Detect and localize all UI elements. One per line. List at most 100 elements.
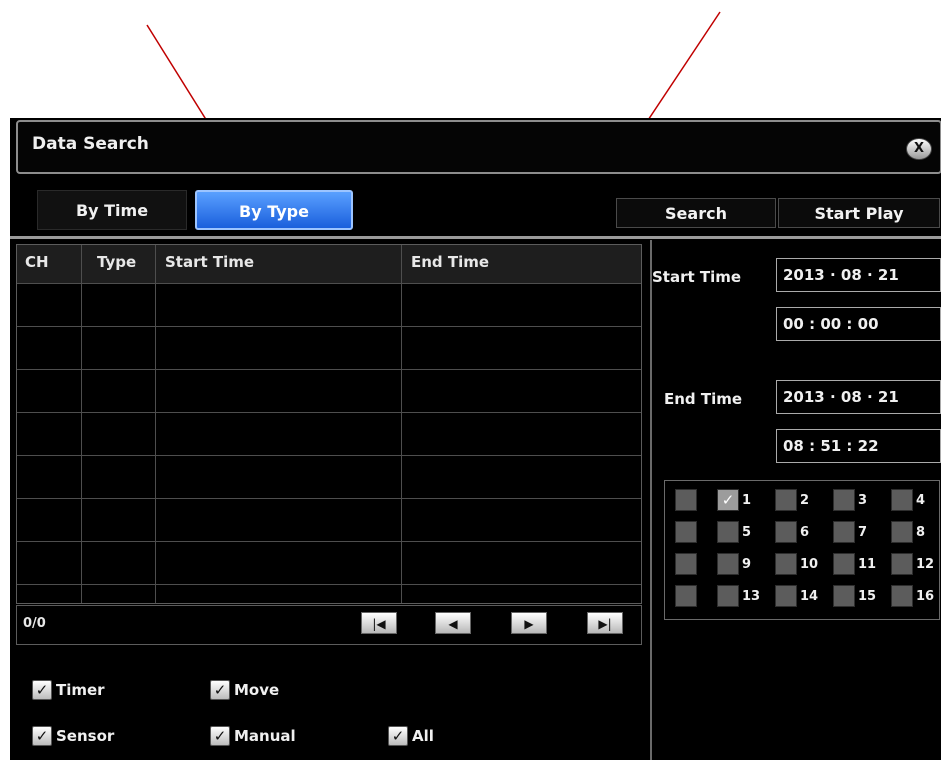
channel-11[interactable]: 11 — [833, 553, 876, 575]
tab-by-time[interactable]: By Time — [37, 190, 187, 230]
checkbox-timer[interactable]: ✓ — [32, 680, 52, 700]
channel-row-select[interactable] — [675, 585, 697, 607]
checkbox-channel-6[interactable] — [775, 521, 797, 543]
checkbox-channel-15[interactable] — [833, 585, 855, 607]
channel-3[interactable]: 3 — [833, 489, 867, 511]
channel-10[interactable]: 10 — [775, 553, 818, 575]
channel-8[interactable]: 8 — [891, 521, 925, 543]
channel-16[interactable]: 16 — [891, 585, 934, 607]
checkbox-channel-3[interactable] — [833, 489, 855, 511]
column-header-type: Type — [97, 253, 137, 271]
checkbox-channel-2[interactable] — [775, 489, 797, 511]
channel-4[interactable]: 4 — [891, 489, 925, 511]
channel-grid: ✓ 1 2 3 4 5 6 7 8 9 10 11 12 13 14 15 16 — [664, 480, 940, 620]
last-page-button[interactable]: ▶| — [587, 612, 623, 634]
start-play-button[interactable]: Start Play — [778, 198, 940, 228]
checkbox-channel-11[interactable] — [833, 553, 855, 575]
window-title: Data Search — [32, 134, 149, 154]
channel-12[interactable]: 12 — [891, 553, 934, 575]
checkbox-channel-8[interactable] — [891, 521, 913, 543]
table-header: CH Type Start Time End Time — [17, 245, 641, 283]
checkbox-channel-14[interactable] — [775, 585, 797, 607]
table-row[interactable] — [17, 283, 641, 284]
table-row[interactable] — [17, 455, 641, 456]
checkbox-row-3[interactable] — [675, 585, 697, 607]
start-time-field[interactable]: 00 : 00 : 00 — [776, 307, 941, 341]
channel-label: 9 — [742, 556, 752, 572]
table-row[interactable] — [17, 412, 641, 413]
channel-15[interactable]: 15 — [833, 585, 876, 607]
filter-manual[interactable]: ✓ Manual — [210, 724, 296, 748]
checkbox-channel-9[interactable] — [717, 553, 739, 575]
channel-2[interactable]: 2 — [775, 489, 809, 511]
tab-by-type[interactable]: By Type — [195, 190, 353, 230]
filter-sensor-label: Sensor — [56, 727, 115, 745]
channel-5[interactable]: 5 — [717, 521, 751, 543]
checkbox-move[interactable]: ✓ — [210, 680, 230, 700]
filter-all[interactable]: ✓ All — [388, 724, 434, 748]
end-date-field[interactable]: 2013 · 08 · 21 — [776, 380, 941, 414]
checkbox-manual[interactable]: ✓ — [210, 726, 230, 746]
table-row[interactable] — [17, 498, 641, 499]
checkbox-all[interactable]: ✓ — [388, 726, 408, 746]
table-row[interactable] — [17, 326, 641, 327]
checkbox-channel-13[interactable] — [717, 585, 739, 607]
channel-14[interactable]: 14 — [775, 585, 818, 607]
table-row[interactable] — [17, 369, 641, 370]
channel-label: 7 — [858, 524, 868, 540]
checkbox-channel-1[interactable]: ✓ — [717, 489, 739, 511]
type-filter-row: ✓ Sensor ✓ Manual ✓ All — [10, 716, 650, 756]
channel-label: 10 — [800, 556, 819, 572]
filter-timer[interactable]: ✓ Timer — [32, 678, 105, 702]
start-date-field[interactable]: 2013 · 08 · 21 — [776, 258, 941, 292]
search-button[interactable]: Search — [616, 198, 776, 228]
column-divider — [81, 245, 82, 603]
start-time-label: Start Time — [652, 268, 742, 286]
type-filter-row: ✓ Timer ✓ Move — [10, 670, 650, 710]
channel-all[interactable] — [675, 489, 697, 511]
title-bar: Data Search X — [16, 120, 941, 174]
filter-all-label: All — [412, 727, 434, 745]
next-page-button[interactable]: ▶ — [511, 612, 547, 634]
prev-page-button[interactable]: ◀ — [435, 612, 471, 634]
checkbox-channel-5[interactable] — [717, 521, 739, 543]
first-page-button[interactable]: |◀ — [361, 612, 397, 634]
channel-9[interactable]: 9 — [717, 553, 751, 575]
channel-1[interactable]: ✓ 1 — [717, 489, 751, 511]
column-header-ch: CH — [25, 253, 49, 271]
channel-label: 16 — [916, 588, 935, 604]
checkbox-channel-7[interactable] — [833, 521, 855, 543]
checkbox-channel-4[interactable] — [891, 489, 913, 511]
channel-13[interactable]: 13 — [717, 585, 760, 607]
column-header-start-time: Start Time — [165, 253, 255, 271]
table-row[interactable] — [17, 541, 641, 542]
filter-sensor[interactable]: ✓ Sensor — [32, 724, 114, 748]
checkbox-channel-12[interactable] — [891, 553, 913, 575]
checkbox-sensor[interactable]: ✓ — [32, 726, 52, 746]
filter-move[interactable]: ✓ Move — [210, 678, 279, 702]
channel-7[interactable]: 7 — [833, 521, 867, 543]
checkbox-channel-all[interactable] — [675, 489, 697, 511]
close-icon[interactable]: X — [906, 138, 932, 160]
channel-label: 6 — [800, 524, 810, 540]
end-time-label: End Time — [664, 390, 743, 408]
checkbox-channel-10[interactable] — [775, 553, 797, 575]
divider — [10, 236, 941, 239]
data-search-window: Data Search X By Time By Type Search Sta… — [10, 118, 941, 760]
checkbox-row-2[interactable] — [675, 553, 697, 575]
channel-6[interactable]: 6 — [775, 521, 809, 543]
channel-label: 2 — [800, 492, 810, 508]
column-divider — [155, 245, 156, 603]
checkbox-row-1[interactable] — [675, 521, 697, 543]
channel-label: 4 — [916, 492, 926, 508]
end-time-field[interactable]: 08 : 51 : 22 — [776, 429, 941, 463]
channel-label: 13 — [742, 588, 761, 604]
channel-row-select[interactable] — [675, 521, 697, 543]
page-count: 0/0 — [23, 616, 46, 631]
table-row[interactable] — [17, 584, 641, 585]
channel-label: 1 — [742, 492, 752, 508]
channel-label: 14 — [800, 588, 819, 604]
checkbox-channel-16[interactable] — [891, 585, 913, 607]
channel-label: 11 — [858, 556, 877, 572]
channel-row-select[interactable] — [675, 553, 697, 575]
